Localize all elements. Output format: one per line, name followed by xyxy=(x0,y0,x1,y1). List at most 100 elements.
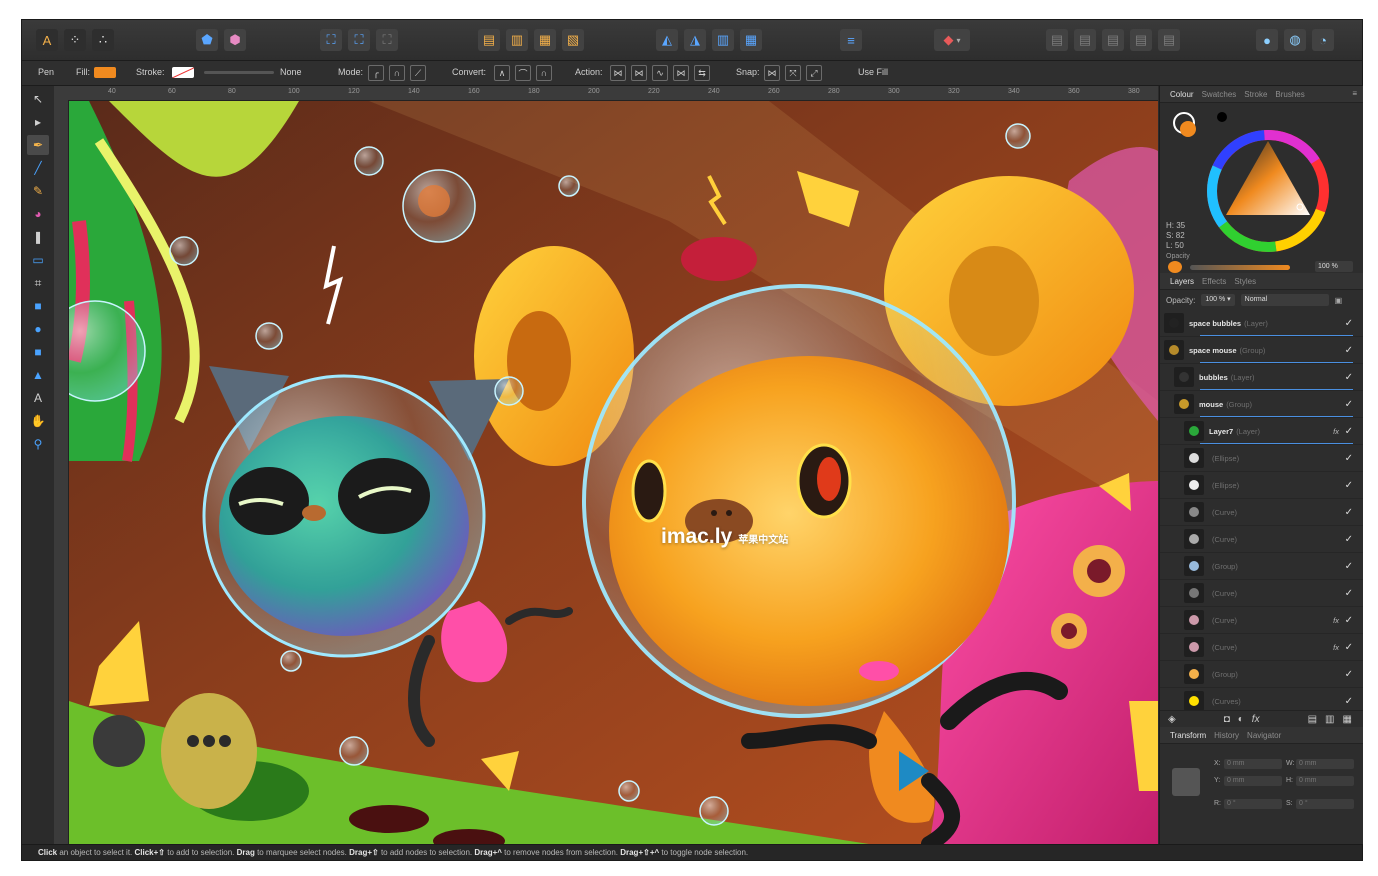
tab-colour[interactable]: Colour xyxy=(1170,90,1194,99)
blend-mode-select[interactable]: Normal xyxy=(1240,294,1329,306)
move-forward-icon[interactable]: ▦ xyxy=(534,29,556,51)
opacity-slider[interactable] xyxy=(1190,265,1290,270)
add-icon[interactable]: ▤ xyxy=(1046,29,1068,51)
layer-visibility-check[interactable]: ✓ xyxy=(1345,345,1353,356)
layer-visibility-check[interactable]: ✓ xyxy=(1345,588,1353,599)
snap-handles-icon[interactable]: ⤧ xyxy=(785,65,801,81)
polygon-mode-icon[interactable]: ⟋ xyxy=(410,65,426,81)
adjustment-icon[interactable]: ◐ xyxy=(1238,714,1244,725)
hand-tool-icon[interactable]: ✋ xyxy=(27,411,49,431)
fill-tool-icon[interactable]: ◕ xyxy=(27,204,49,224)
smooth-node-icon[interactable]: ⌒ xyxy=(515,65,531,81)
assistant-icon[interactable]: ⬢ xyxy=(224,29,246,51)
group-icon[interactable]: ▥ xyxy=(1325,714,1334,725)
pen-tool-icon[interactable]: ✒ xyxy=(27,135,49,155)
stroke-swatch[interactable] xyxy=(172,67,194,78)
geometry-dropdown-icon[interactable]: ◆ ▾ xyxy=(934,29,970,51)
tab-effects[interactable]: Effects xyxy=(1202,277,1226,286)
zoom-tool-icon[interactable]: ⚲ xyxy=(27,434,49,454)
move-to-front-icon[interactable]: ▧ xyxy=(562,29,584,51)
document-canvas[interactable]: imac.ly 苹果中文站 xyxy=(69,101,1158,844)
w-field[interactable]: 0 mm xyxy=(1296,759,1354,769)
flip-vertical-icon[interactable]: ◮ xyxy=(684,29,706,51)
layer-visibility-check[interactable]: ✓ xyxy=(1345,480,1353,491)
layer-visibility-check[interactable]: ✓ xyxy=(1345,372,1353,383)
flip-horizontal-icon[interactable]: ◭ xyxy=(656,29,678,51)
hide-ui-icon[interactable]: ⬟ xyxy=(196,29,218,51)
layer-fx-icon[interactable]: fx xyxy=(1333,427,1339,436)
y-field[interactable]: 0 mm xyxy=(1224,776,1282,786)
tab-swatches[interactable]: Swatches xyxy=(1202,90,1237,99)
layer-row[interactable]: (Curves) ✓ xyxy=(1160,688,1363,710)
text-tool-icon[interactable]: A xyxy=(27,388,49,408)
rotate-right-icon[interactable]: ▦ xyxy=(740,29,762,51)
ellipse-tool-icon[interactable]: ● xyxy=(27,319,49,339)
layer-visibility-check[interactable]: ✓ xyxy=(1345,453,1353,464)
move-back-icon[interactable]: ▥ xyxy=(506,29,528,51)
add-layer-icon[interactable]: ▤ xyxy=(1308,714,1317,725)
tab-brushes[interactable]: Brushes xyxy=(1275,90,1304,99)
snap-grid-icon[interactable]: ⛶ xyxy=(376,29,398,51)
layer-row[interactable]: (Group) ✓ xyxy=(1160,661,1363,688)
rotation-field[interactable]: 0 ° xyxy=(1224,799,1282,809)
export-persona-icon[interactable]: ∴ xyxy=(92,29,114,51)
draw-persona-icon[interactable]: A xyxy=(36,29,58,51)
h-field[interactable]: 0 mm xyxy=(1296,776,1354,786)
reverse-curve-icon[interactable]: ⇆ xyxy=(694,65,710,81)
layers-stack-icon[interactable]: ◈ xyxy=(1168,714,1176,725)
layer-visibility-check[interactable]: ✓ xyxy=(1345,507,1353,518)
node-tool-icon[interactable]: ▸ xyxy=(27,112,49,132)
layer-row[interactable]: (Group) ✓ xyxy=(1160,553,1363,580)
move-tool-icon[interactable]: ↖ xyxy=(27,89,49,109)
layer-fx-icon[interactable]: fx xyxy=(1333,643,1339,652)
colour-studio-icon[interactable]: ● xyxy=(1256,29,1278,51)
layer-row[interactable]: (Ellipse) ✓ xyxy=(1160,472,1363,499)
panel-menu-icon[interactable]: ≡ xyxy=(1352,89,1357,98)
smooth-curve-icon[interactable]: ∿ xyxy=(652,65,668,81)
layer-row[interactable]: (Curve) ✓ xyxy=(1160,580,1363,607)
opacity-input[interactable]: 100 % xyxy=(1315,261,1353,272)
layer-visibility-check[interactable]: ✓ xyxy=(1345,669,1353,680)
crop-tool-icon[interactable]: ⌗ xyxy=(27,273,49,293)
layer-row[interactable]: (Curve) fx ✓ xyxy=(1160,607,1363,634)
sharp-node-icon[interactable]: ∧ xyxy=(494,65,510,81)
join-curves-icon[interactable]: ⋈ xyxy=(673,65,689,81)
layer-visibility-check[interactable]: ✓ xyxy=(1345,561,1353,572)
smart-node-icon[interactable]: ∩ xyxy=(536,65,552,81)
tab-transform[interactable]: Transform xyxy=(1170,731,1206,740)
snap-bounds-icon[interactable]: ⛶ xyxy=(348,29,370,51)
layer-visibility-check[interactable]: ✓ xyxy=(1345,399,1353,410)
pen-mode-icon[interactable]: ╭ xyxy=(368,65,384,81)
rotate-left-icon[interactable]: ▥ xyxy=(712,29,734,51)
layer-visibility-check[interactable]: ✓ xyxy=(1345,426,1353,437)
node-persona-icon[interactable]: ⁘ xyxy=(64,29,86,51)
lock-icon[interactable]: ▣ xyxy=(1335,296,1343,305)
layer-opacity-input[interactable]: 100 % ▾ xyxy=(1201,294,1235,306)
layers-studio-icon[interactable]: ◍ xyxy=(1284,29,1306,51)
layer-visibility-check[interactable]: ✓ xyxy=(1345,318,1353,329)
layer-row[interactable]: space mouse (Group) ✓ xyxy=(1160,337,1363,364)
tab-stroke[interactable]: Stroke xyxy=(1244,90,1267,99)
smart-mode-icon[interactable]: ∩ xyxy=(389,65,405,81)
tab-styles[interactable]: Styles xyxy=(1234,277,1256,286)
rounded-rectangle-tool-icon[interactable]: ■ xyxy=(27,342,49,362)
divide-icon[interactable]: ▤ xyxy=(1158,29,1180,51)
layer-row[interactable]: (Curve) ✓ xyxy=(1160,499,1363,526)
intersect-icon[interactable]: ▤ xyxy=(1102,29,1124,51)
layer-visibility-check[interactable]: ✓ xyxy=(1345,696,1353,707)
subtract-icon[interactable]: ▤ xyxy=(1074,29,1096,51)
brush-tool-icon[interactable]: ✎ xyxy=(27,181,49,201)
snap-curves-icon[interactable]: ⤢ xyxy=(806,65,822,81)
rectangle-tool-icon[interactable]: ■ xyxy=(27,296,49,316)
fill-swatch[interactable] xyxy=(94,67,116,78)
layer-row[interactable]: space bubbles (Layer) ✓ xyxy=(1160,310,1363,337)
align-icon[interactable]: ≡ xyxy=(840,29,862,51)
layer-row[interactable]: (Curve) ✓ xyxy=(1160,526,1363,553)
pencil-tool-icon[interactable]: ╱ xyxy=(27,158,49,178)
transform-studio-icon[interactable]: ◔ xyxy=(1312,29,1334,51)
mask-icon[interactable]: ◘ xyxy=(1224,714,1230,725)
fx-icon[interactable]: fx xyxy=(1252,714,1260,725)
layer-row[interactable]: (Curve) fx ✓ xyxy=(1160,634,1363,661)
move-to-back-icon[interactable]: ▤ xyxy=(478,29,500,51)
layer-visibility-check[interactable]: ✓ xyxy=(1345,534,1353,545)
